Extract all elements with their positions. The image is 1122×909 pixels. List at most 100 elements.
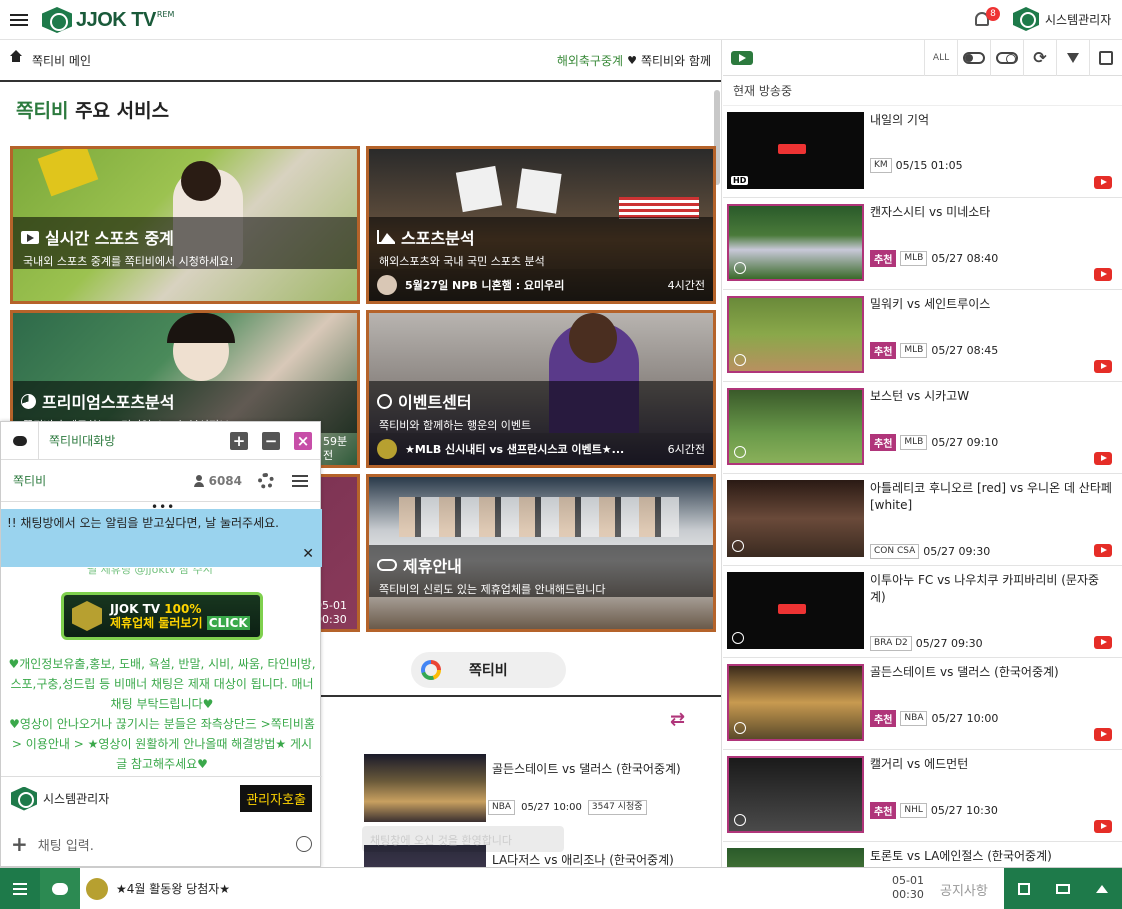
home-icon[interactable] [10, 50, 22, 65]
video-title[interactable]: 캘거리 vs 에드먼턴 [870, 756, 1114, 773]
youtube-icon[interactable] [1094, 452, 1112, 465]
live-item[interactable]: 아틀레티코 후니오르 [red] vs 우니온 데 산타페 [white] CON… [723, 474, 1122, 566]
breadcrumb-link[interactable]: 해외축구중계 [557, 52, 623, 69]
video-thumbnail[interactable] [727, 848, 864, 867]
video-thumbnail[interactable] [727, 204, 864, 281]
live-item[interactable]: 토론토 vs LA에인절스 (한국어중계) [723, 842, 1122, 867]
video-title[interactable]: 이투아누 FC vs 나우치쿠 카피바리비 (문자중계) [870, 572, 1114, 606]
youtube-icon[interactable] [1094, 544, 1112, 557]
call-admin-button[interactable]: 관리자호출 [240, 785, 312, 812]
live-item[interactable]: 밀워키 vs 세인트루이스 추천 MLB 05/27 08:45 [723, 290, 1122, 382]
avatar [1013, 7, 1039, 31]
refresh-icon[interactable]: ⟳ [1023, 40, 1056, 76]
video-title[interactable]: 보스턴 vs 시카고W [870, 388, 1114, 405]
chat-input-placeholder[interactable]: 채팅 입력. [38, 835, 94, 854]
video-thumbnail[interactable] [727, 388, 864, 465]
minimize-icon[interactable]: − [262, 431, 280, 450]
youtube-icon[interactable] [1094, 820, 1112, 833]
toggle-on-icon[interactable] [957, 40, 990, 76]
youtube-icon[interactable] [1094, 176, 1112, 189]
close-icon[interactable]: × [294, 431, 312, 450]
chat-room-name[interactable]: 쪽티비대화방 [49, 432, 115, 449]
chat-input[interactable]: + 채팅 입력. [1, 822, 322, 866]
chat-icon[interactable] [40, 868, 80, 909]
bell-icon[interactable]: 8 [972, 7, 1000, 31]
card-footer[interactable]: ★MLB 신시내티 vs 샌프란시스코 이벤트★... 6시간전 [369, 433, 713, 465]
logo-sup: REM [156, 10, 175, 19]
google-search-button[interactable]: 쪽티비 [411, 652, 566, 688]
chat-bubble-icon[interactable] [1, 421, 39, 460]
live-item[interactable]: HD 내일의 기억 KM 05/15 01:05 [723, 106, 1122, 198]
card-desc: 쪽티비와 함께하는 행운의 이벤트 [379, 419, 532, 432]
partner-banner[interactable]: JJOK TV 100% 제휴업체 둘러보기 CLICK [61, 592, 263, 640]
card-title: 프리미엄스포츠분석 [42, 393, 175, 412]
video-thumbnail[interactable] [727, 664, 864, 741]
live-item[interactable]: 이투아누 FC vs 나우치쿠 카피바리비 (문자중계) BRA D2 05/27 … [723, 566, 1122, 658]
video-thumbnail[interactable] [727, 756, 864, 833]
video-title[interactable]: 밀워키 vs 세인트루이스 [870, 296, 1114, 313]
video-title[interactable]: 토론토 vs LA에인절스 (한국어중계) [870, 848, 1114, 865]
video-title[interactable]: 내일의 기억 [870, 112, 1114, 129]
collapse-icon[interactable] [1089, 40, 1122, 76]
video-title[interactable]: 골든스테이트 vs 댈러스 (한국어중계) [492, 760, 681, 777]
emoji-icon[interactable] [296, 836, 312, 852]
chat-subheader: 쪽티비 6084 [1, 460, 320, 502]
menu-icon[interactable] [0, 868, 40, 909]
card-footer[interactable]: 5월27일 NPB 니혼햄 : 요미우리 4시간전 [369, 269, 713, 301]
video-time: 05/15 01:05 [895, 159, 963, 172]
ticker[interactable]: ★4월 활동왕 당첨자★ [86, 868, 230, 909]
card-event-center[interactable]: 이벤트센터 쪽티비와 함께하는 행운의 이벤트 ★MLB 신시내티 vs 샌프란… [366, 310, 716, 468]
live-item[interactable]: 보스턴 vs 시카고W 추천 MLB 05/27 09:10 [723, 382, 1122, 474]
video-title[interactable]: 캔자스시티 vs 미네소타 [870, 204, 1114, 221]
toggle-off-icon[interactable] [990, 40, 1023, 76]
live-icon [778, 604, 806, 614]
youtube-icon[interactable] [731, 50, 753, 65]
video-thumbnail[interactable] [727, 572, 864, 649]
user-profile[interactable]: 시스템관리자 [1013, 7, 1111, 31]
card-sports-analysis[interactable]: 스포츠분석 해외스포츠와 국내 국민 스포츠 분석 5월27일 NPB 니혼햄 … [366, 146, 716, 304]
video-thumbnail[interactable]: HD [727, 112, 864, 189]
video-thumbnail[interactable] [364, 754, 486, 822]
notice-link[interactable]: 공지사항 [940, 880, 988, 899]
card-partnership[interactable]: 제휴안내 쪽티비의 신뢰도 있는 제휴업체를 안내해드립니다 [366, 474, 716, 632]
live-item[interactable]: 골든스테이트 vs 댈러스 (한국어중계) 추천 NBA 05/27 10:00 [723, 658, 1122, 750]
video-thumbnail[interactable] [727, 296, 864, 373]
breadcrumb-home[interactable]: 쪽티비 메인 [32, 52, 91, 69]
youtube-icon[interactable] [1094, 268, 1112, 281]
site-logo[interactable]: JJOK TV REM [42, 6, 174, 34]
recommend-badge: 추천 [870, 710, 897, 727]
close-icon[interactable]: ✕ [302, 546, 314, 563]
video-title[interactable]: 골든스테이트 vs 댈러스 (한국어중계) [870, 664, 1114, 681]
scroll-top-icon[interactable] [1082, 868, 1122, 909]
card-desc: 국내외 스포츠 중계를 쪽티비에서 시청하세요! [23, 255, 234, 268]
expand-icon[interactable]: + [230, 431, 248, 450]
live-item[interactable]: 캘거리 vs 에드먼턴 추천 NHL 05/27 10:30 [723, 750, 1122, 842]
filter-all[interactable]: ALL [924, 40, 957, 76]
funnel-icon[interactable] [1056, 40, 1089, 76]
card-live-sports[interactable]: 실시간 스포츠 중계 국내외 스포츠 중계를 쪽티비에서 시청하세요! [10, 146, 360, 304]
menu-icon[interactable] [10, 11, 28, 29]
video-title[interactable]: 아틀레티코 후니오르 [red] vs 우니온 데 산타페 [white] [870, 480, 1114, 514]
logo-text: JJOK TV [76, 8, 156, 31]
heart-icon: ♥ [627, 53, 637, 67]
video-thumbnail[interactable] [727, 480, 864, 557]
gear-icon[interactable] [258, 472, 274, 489]
video-title[interactable]: LA다저스 vs 애리조나 (한국어중계) [492, 851, 674, 867]
live-item[interactable]: 캔자스시티 vs 미네소타 추천 MLB 05/27 08:40 [723, 198, 1122, 290]
youtube-icon[interactable] [1094, 360, 1112, 373]
refresh-icon[interactable]: ⇄ [670, 711, 692, 729]
window-icon[interactable] [1004, 868, 1043, 909]
chat-room-label[interactable]: 쪽티비 [13, 472, 46, 489]
plus-icon[interactable]: + [11, 832, 28, 856]
sport-icon [734, 262, 746, 274]
user-count[interactable]: 6084 [193, 474, 242, 488]
chart-icon [377, 230, 395, 244]
menu-icon[interactable] [292, 472, 308, 490]
youtube-icon[interactable] [1094, 728, 1112, 741]
tv-icon[interactable] [1043, 868, 1082, 909]
chat-rules: ♥개인정보유출,홍보, 도배, 욕설, 반말, 시비, 싸움, 타인비방,스포,… [8, 657, 316, 771]
youtube-icon[interactable] [1094, 636, 1112, 649]
notification-prompt[interactable]: !! 채팅방에서 오는 알림을 받고싶다면, 날 눌러주세요. ✕ [1, 509, 322, 567]
user-name: 시스템관리자 [1045, 12, 1112, 27]
logo-emblem [72, 601, 102, 631]
